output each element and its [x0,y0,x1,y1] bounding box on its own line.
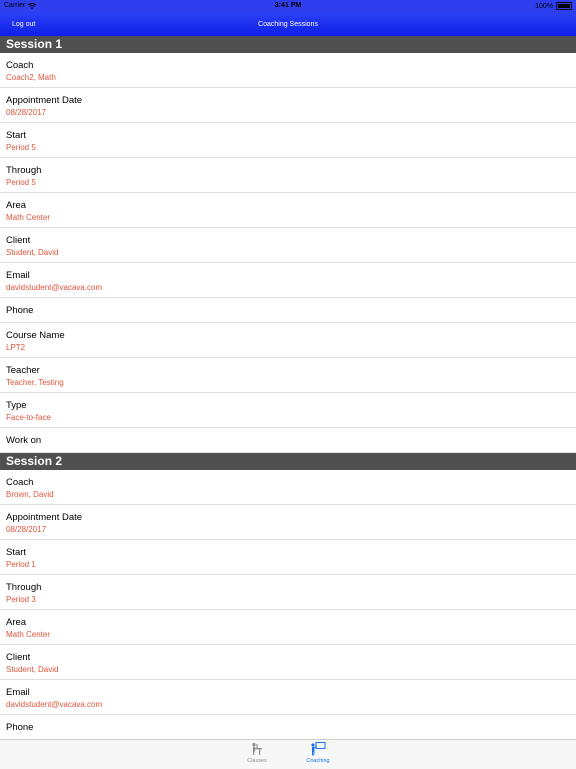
sessions-list[interactable]: Session 1 Coach Coach2, Math Appointment… [0,36,576,739]
field-value: davidstudent@vacava.com [6,283,103,292]
field-label: Course Name [6,330,65,341]
field-row-client[interactable]: Client Student, David [0,228,576,263]
section-header: Session 1 [0,36,576,53]
classroom-icon [252,742,262,755]
field-row-start[interactable]: Start Period 1 [0,540,576,575]
field-row-through[interactable]: Through Period 3 [0,575,576,610]
field-label: Phone [6,305,34,316]
field-value: LPT2 [6,343,26,352]
field-row-work-on[interactable]: Work on [0,428,576,453]
field-label: Email [6,687,30,698]
field-row-through[interactable]: Through Period 5 [0,158,576,193]
tab-classes[interactable]: Classes [227,742,287,764]
field-label: Coach [6,60,34,71]
field-label: Start [6,130,27,141]
field-row-type[interactable]: Type Face-to-face [0,393,576,428]
field-label: Start [6,547,27,558]
session-block: Session 1 Coach Coach2, Math Appointment… [0,36,576,453]
field-value: Period 1 [6,560,36,569]
field-label: Email [6,270,30,281]
field-label: Coach [6,477,34,488]
field-row-email[interactable]: Email davidstudent@vacava.com [0,263,576,298]
clock: 3:41 PM [274,2,302,9]
field-value: Student, David [6,665,59,674]
field-value: Coach2, Math [6,73,56,82]
tab-label: Coaching [306,758,330,764]
battery-percent: 100% [535,2,553,10]
field-row-appointment-date[interactable]: Appointment Date 08/28/2017 [0,505,576,540]
field-label: Work on [6,435,42,446]
field-value: Math Center [6,630,51,639]
field-label: Teacher [6,365,40,376]
tab-bar: Classes Coaching [0,739,576,769]
field-value: Brown, David [6,490,54,499]
field-label: Appointment Date [6,512,83,523]
field-label: Client [6,235,31,246]
field-value: Face-to-face [6,413,51,422]
field-label: Phone [6,722,34,733]
field-value: Student, David [6,248,59,257]
field-label: Client [6,652,31,663]
field-row-client[interactable]: Client Student, David [0,645,576,680]
field-value: 08/28/2017 [6,525,47,534]
field-value: Period 5 [6,178,36,187]
field-row-appointment-date[interactable]: Appointment Date 08/28/2017 [0,88,576,123]
field-value: Period 5 [6,143,36,152]
teacher-board-icon [311,742,326,756]
field-value: Period 3 [6,595,36,604]
field-label: Type [6,400,27,411]
tab-coaching[interactable]: Coaching [288,742,348,764]
field-label: Through [6,165,42,176]
section-header: Session 2 [0,453,576,470]
field-value: Teacher, Testing [6,378,64,387]
field-row-coach[interactable]: Coach Brown, David [0,470,576,505]
field-row-area[interactable]: Area Math Center [0,610,576,645]
field-value: 08/28/2017 [6,108,47,117]
field-row-phone[interactable]: Phone [0,715,576,739]
field-row-teacher[interactable]: Teacher Teacher, Testing [0,358,576,393]
nav-bar: Log out Coaching Sessions [0,13,576,36]
field-row-email[interactable]: Email davidstudent@vacava.com [0,680,576,715]
field-row-phone[interactable]: Phone [0,298,576,323]
field-row-coach[interactable]: Coach Coach2, Math [0,53,576,88]
field-label: Area [6,617,27,628]
field-row-start[interactable]: Start Period 5 [0,123,576,158]
tab-label: Classes [247,758,267,764]
field-label: Area [6,200,27,211]
field-label: Appointment Date [6,95,83,106]
session-block: Session 2 Coach Brown, David Appointment… [0,453,576,739]
field-value: Math Center [6,213,51,222]
field-label: Through [6,582,42,593]
battery-icon [556,2,572,10]
field-row-area[interactable]: Area Math Center [0,193,576,228]
battery-indicator: 100% [535,2,572,10]
status-bar: Carrier 3:41 PM 100% [0,0,576,13]
field-value: davidstudent@vacava.com [6,700,103,709]
page-title: Coaching Sessions [258,21,318,28]
field-row-course-name[interactable]: Course Name LPT2 [0,323,576,358]
